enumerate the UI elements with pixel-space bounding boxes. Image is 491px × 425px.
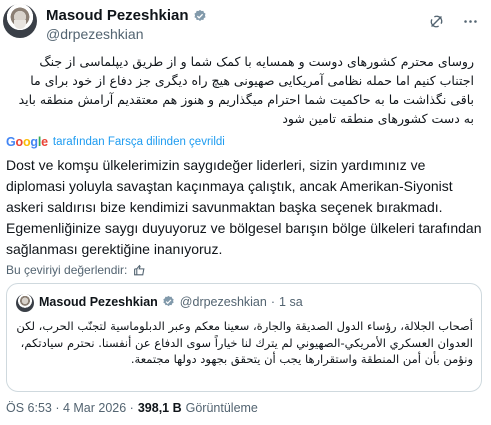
quote-header: Masoud Pezeshkian @drpezeshkian · 1 sa: [39, 295, 303, 309]
translate-rate-icon[interactable]: [133, 264, 146, 277]
translation-source-link[interactable]: tarafından Farsça dilinden çevrildi: [53, 136, 225, 148]
rate-translation-label: Bu çeviriyi değerlendir:: [6, 263, 128, 277]
tweet-translated-text: Dost ve komşu ülkelerimizin saygıdeğer l…: [6, 157, 482, 257]
author-name-row: Masoud Pezeshkian: [46, 7, 207, 24]
tweet-timestamp[interactable]: ÖS 6:53 · 4 Mar 2026 ·: [6, 401, 134, 415]
quote-timestamp[interactable]: 1 sa: [279, 295, 303, 309]
top-actions: [427, 12, 479, 30]
translation-attribution: Google tarafından Farsça dilinden çevril…: [6, 135, 225, 149]
grok-icon[interactable]: [427, 12, 445, 30]
avatar-beard: [14, 20, 26, 29]
verified-badge-icon: [162, 295, 176, 309]
more-icon[interactable]: [461, 12, 479, 30]
quoted-tweet[interactable]: Masoud Pezeshkian @drpezeshkian · 1 sa أ…: [6, 283, 482, 392]
quote-display-name[interactable]: Masoud Pezeshkian: [39, 295, 158, 309]
author-handle[interactable]: @drpezeshkian: [46, 26, 144, 42]
avatar[interactable]: [3, 4, 37, 38]
tweet-original-text: روسای محترم کشورهای دوست و همسایه با کمک…: [18, 54, 474, 126]
quote-handle[interactable]: @drpezeshkian: [180, 295, 267, 309]
tweet: Masoud Pezeshkian @drpezeshkian روسای مح…: [0, 0, 491, 425]
verified-badge-icon: [193, 9, 207, 23]
rate-translation-row: Bu çeviriyi değerlendir:: [6, 263, 146, 277]
quote-avatar[interactable]: [16, 294, 34, 312]
view-count-label: Görüntüleme: [185, 401, 258, 415]
quote-separator: ·: [270, 295, 276, 309]
quote-text: أصحاب الجلالة، رؤساء الدول الصديقة والجا…: [16, 319, 473, 366]
tweet-meta: ÖS 6:53 · 4 Mar 2026 · 398,1 B Görüntüle…: [6, 401, 258, 415]
google-logo: Google: [6, 135, 48, 149]
view-count: 398,1 B: [137, 401, 182, 415]
author-display-name[interactable]: Masoud Pezeshkian: [46, 7, 189, 24]
